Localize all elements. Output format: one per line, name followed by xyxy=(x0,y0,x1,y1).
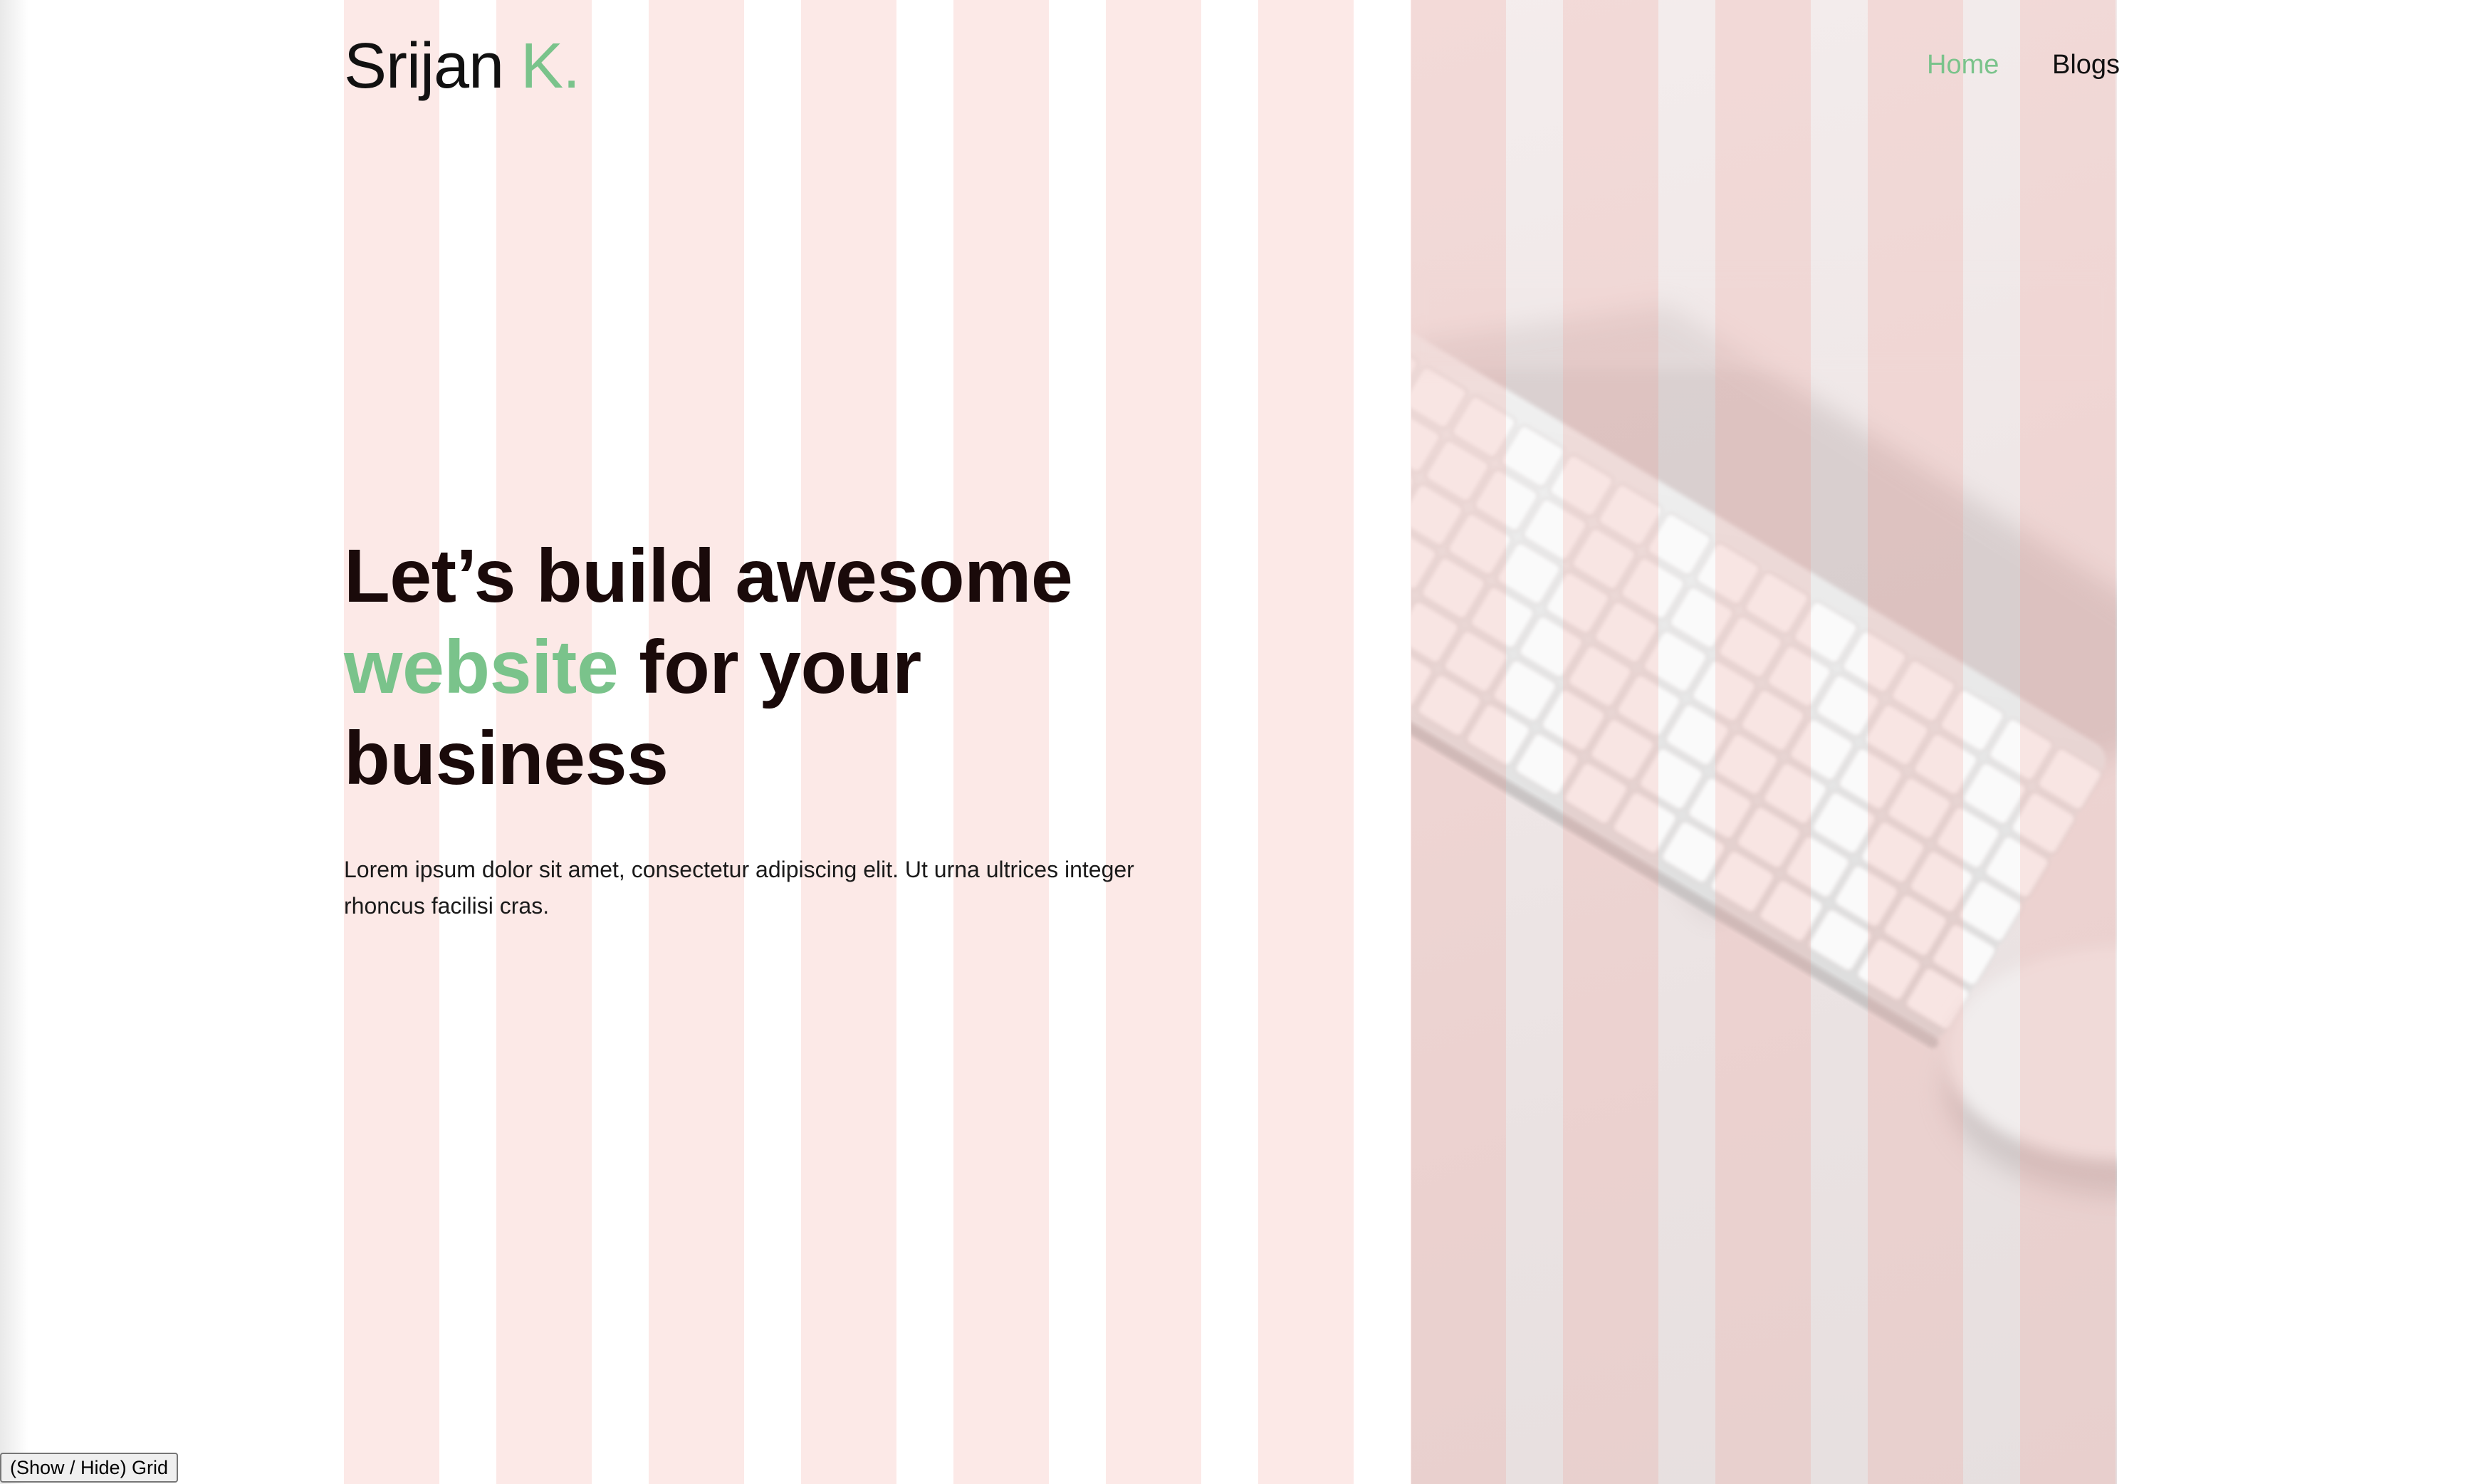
page: Srijan K. Home Blogs Let’s build awesome… xyxy=(0,0,2468,1484)
logo-name: Srijan xyxy=(344,31,504,102)
nav-link-home[interactable]: Home xyxy=(1927,47,1999,83)
logo-accent: K. xyxy=(521,31,580,102)
hero-image xyxy=(1411,0,2117,1484)
grid-toggle-button[interactable]: (Show / Hide) Grid xyxy=(0,1453,179,1483)
headline-accent-word: website xyxy=(344,625,619,709)
headline-line-2: for your xyxy=(639,625,921,709)
keyboard-mouse-photo-icon xyxy=(1411,271,2117,1196)
site-logo[interactable]: Srijan K. xyxy=(344,27,580,105)
hero-paragraph: Lorem ipsum dolor sit amet, consectetur … xyxy=(344,857,1134,919)
grid-column xyxy=(1258,0,1354,1484)
nav-link-blogs[interactable]: Blogs xyxy=(2052,47,2120,83)
window-edge-shadow xyxy=(0,0,28,1484)
headline-line-1: Let’s build awesome xyxy=(344,534,1073,618)
hero-headline: Let’s build awesome website for your bus… xyxy=(344,531,1234,804)
headline-line-3: business xyxy=(344,716,669,800)
